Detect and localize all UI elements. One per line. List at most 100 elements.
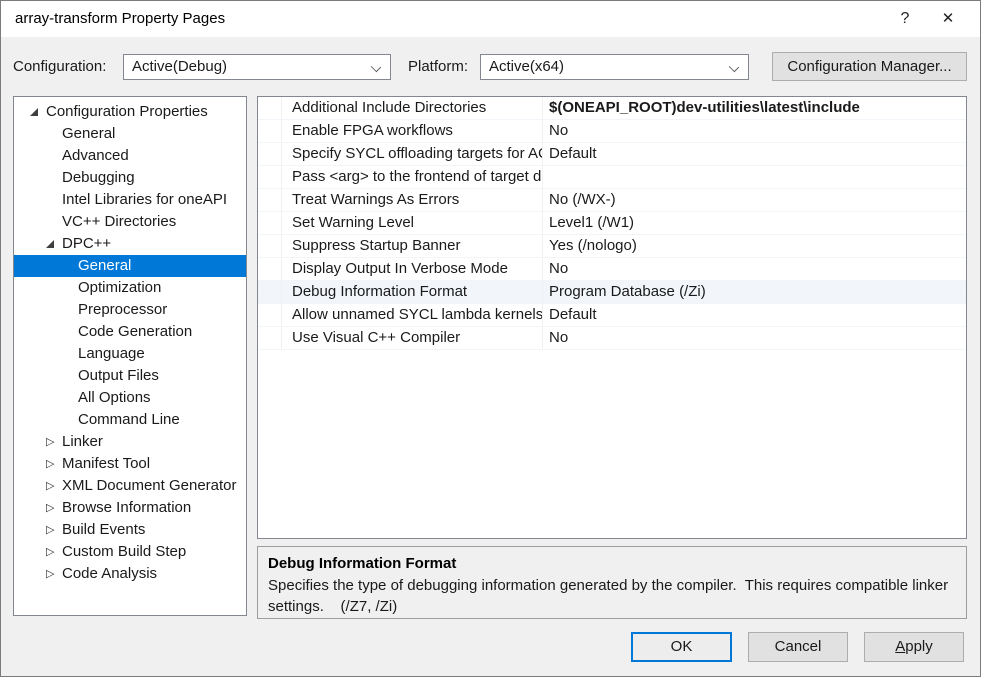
tree-item[interactable]: ▷XML Document Generator [14, 475, 246, 497]
property-row[interactable]: Suppress Startup BannerYes (/nologo) [258, 235, 966, 258]
configuration-manager-button[interactable]: Configuration Manager... [772, 52, 967, 81]
expanded-arrow-icon[interactable] [46, 240, 54, 248]
tree-item-label: General [14, 123, 246, 145]
tree-item[interactable]: Output Files [14, 365, 246, 387]
tree-item[interactable]: ▷Browse Information [14, 497, 246, 519]
close-icon[interactable]: ✕ [928, 1, 968, 37]
property-pages-dialog: array-transform Property Pages ? ✕ Confi… [0, 0, 981, 677]
tree-item[interactable]: Optimization [14, 277, 246, 299]
property-row[interactable]: Additional Include Directories$(ONEAPI_R… [258, 97, 966, 120]
tree-item-label: General [14, 255, 246, 277]
property-grid: Additional Include Directories$(ONEAPI_R… [257, 96, 967, 539]
property-name: Allow unnamed SYCL lambda kernels [282, 304, 543, 326]
property-value[interactable]: No (/WX-) [543, 189, 966, 211]
tree-item[interactable]: Intel Libraries for oneAPI [14, 189, 246, 211]
property-name: Display Output In Verbose Mode [282, 258, 543, 280]
collapsed-arrow-icon[interactable]: ▷ [46, 519, 54, 541]
tree-item[interactable]: Code Generation [14, 321, 246, 343]
row-gutter [258, 120, 282, 142]
platform-value: Active(x64) [489, 58, 564, 75]
tree-item[interactable]: ▷Manifest Tool [14, 453, 246, 475]
collapsed-arrow-icon[interactable]: ▷ [46, 475, 54, 497]
property-name: Debug Information Format [282, 281, 543, 303]
tree-item-label: Command Line [14, 409, 246, 431]
config-tree: Configuration PropertiesGeneralAdvancedD… [13, 96, 247, 616]
tree-item[interactable]: ▷Linker [14, 431, 246, 453]
cancel-button[interactable]: Cancel [748, 632, 848, 662]
tree-item[interactable]: Command Line [14, 409, 246, 431]
tree-item[interactable]: General [14, 255, 246, 277]
property-row[interactable]: Treat Warnings As ErrorsNo (/WX-) [258, 189, 966, 212]
row-gutter [258, 143, 282, 165]
expanded-arrow-icon[interactable] [30, 108, 38, 116]
tree-item[interactable]: All Options [14, 387, 246, 409]
property-value[interactable]: $(ONEAPI_ROOT)dev-utilities\latest\inclu… [543, 97, 966, 119]
tree-item-label: Preprocessor [14, 299, 246, 321]
tree-item[interactable]: ▷Custom Build Step [14, 541, 246, 563]
property-row[interactable]: Specify SYCL offloading targets for ACDe… [258, 143, 966, 166]
tree-item-label: Language [14, 343, 246, 365]
row-gutter [258, 189, 282, 211]
row-gutter [258, 235, 282, 257]
property-name: Use Visual C++ Compiler [282, 327, 543, 349]
tree-item[interactable]: Debugging [14, 167, 246, 189]
property-name: Pass <arg> to the frontend of target d [282, 166, 543, 188]
property-description-title: Debug Information Format [268, 553, 956, 575]
collapsed-arrow-icon[interactable]: ▷ [46, 431, 54, 453]
tree-item[interactable]: ▷Build Events [14, 519, 246, 541]
configuration-label: Configuration: [13, 54, 106, 80]
row-gutter [258, 304, 282, 326]
chevron-down-icon [371, 62, 381, 72]
platform-label: Platform: [408, 54, 468, 80]
tree-item[interactable]: Advanced [14, 145, 246, 167]
collapsed-arrow-icon[interactable]: ▷ [46, 497, 54, 519]
collapsed-arrow-icon[interactable]: ▷ [46, 541, 54, 563]
configuration-select[interactable]: Active(Debug) [123, 54, 391, 80]
tree-item[interactable]: VC++ Directories [14, 211, 246, 233]
property-name: Additional Include Directories [282, 97, 543, 119]
property-value[interactable] [543, 166, 966, 188]
property-value[interactable]: Default [543, 304, 966, 326]
property-value[interactable]: No [543, 327, 966, 349]
tree-item[interactable]: DPC++ [14, 233, 246, 255]
tree-item[interactable]: ▷Code Analysis [14, 563, 246, 585]
apply-button[interactable]: Apply [864, 632, 964, 662]
property-row[interactable]: Set Warning LevelLevel1 (/W1) [258, 212, 966, 235]
chevron-down-icon [729, 62, 739, 72]
property-value[interactable]: No [543, 258, 966, 280]
collapsed-arrow-icon[interactable]: ▷ [46, 453, 54, 475]
tree-item-label: All Options [14, 387, 246, 409]
platform-select[interactable]: Active(x64) [480, 54, 749, 80]
tree-item[interactable]: General [14, 123, 246, 145]
property-value[interactable]: Level1 (/W1) [543, 212, 966, 234]
title-bar: array-transform Property Pages ? ✕ [1, 1, 980, 37]
collapsed-arrow-icon[interactable]: ▷ [46, 563, 54, 585]
row-gutter [258, 166, 282, 188]
property-name: Suppress Startup Banner [282, 235, 543, 257]
tree-item[interactable]: Preprocessor [14, 299, 246, 321]
property-value[interactable]: Yes (/nologo) [543, 235, 966, 257]
tree-item-label: Debugging [14, 167, 246, 189]
property-value[interactable]: Program Database (/Zi) [543, 281, 966, 303]
tree-item-label: Intel Libraries for oneAPI [14, 189, 246, 211]
property-name: Enable FPGA workflows [282, 120, 543, 142]
property-row[interactable]: Pass <arg> to the frontend of target d [258, 166, 966, 189]
property-row[interactable]: Use Visual C++ CompilerNo [258, 327, 966, 350]
row-gutter [258, 281, 282, 303]
row-gutter [258, 327, 282, 349]
property-row[interactable]: Display Output In Verbose ModeNo [258, 258, 966, 281]
property-row[interactable]: Enable FPGA workflowsNo [258, 120, 966, 143]
tree-item-label: Code Generation [14, 321, 246, 343]
help-icon[interactable]: ? [888, 1, 922, 37]
property-value[interactable]: Default [543, 143, 966, 165]
ok-button[interactable]: OK [631, 632, 732, 662]
configuration-value: Active(Debug) [132, 58, 227, 75]
property-row[interactable]: Allow unnamed SYCL lambda kernelsDefault [258, 304, 966, 327]
property-value[interactable]: No [543, 120, 966, 142]
property-description-body: Specifies the type of debugging informat… [268, 575, 956, 617]
tree-item-label: Output Files [14, 365, 246, 387]
tree-item[interactable]: Language [14, 343, 246, 365]
tree-item[interactable]: Configuration Properties [14, 101, 246, 123]
property-name: Specify SYCL offloading targets for AC [282, 143, 543, 165]
property-row[interactable]: Debug Information FormatProgram Database… [258, 281, 966, 304]
